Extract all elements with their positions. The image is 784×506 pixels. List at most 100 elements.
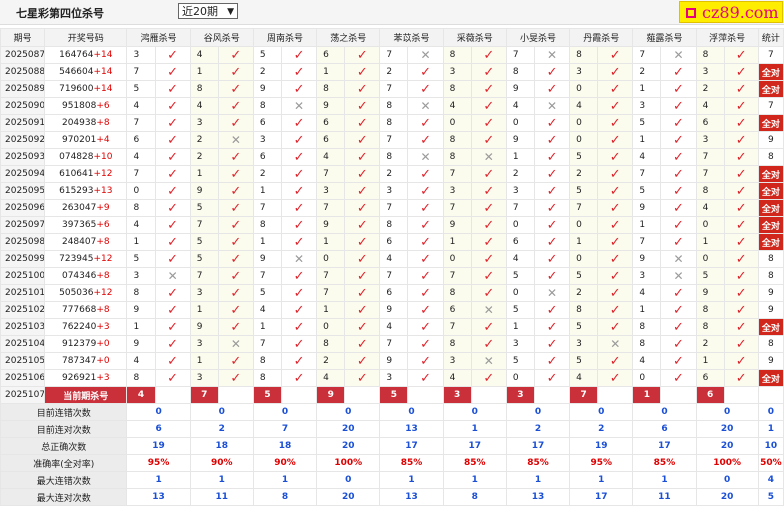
draw-numbers: 912379	[61, 339, 97, 349]
summary-total: 50%	[757, 454, 784, 472]
kill-pick-cell: 6	[252, 114, 283, 132]
kill-pick-cell: 4	[695, 199, 725, 217]
result-cell: ✓	[407, 335, 444, 353]
kill-pick-cell: 8	[632, 318, 662, 336]
kill-pick-cell: 6	[126, 131, 156, 149]
draw-numbers-cell: 397365+6	[44, 216, 128, 234]
period-select[interactable]: 近20期 ▼	[178, 3, 238, 19]
check-icon: ✓	[293, 166, 305, 182]
check-icon: ✓	[673, 200, 684, 216]
result-cell: ✓	[154, 335, 191, 353]
result-cell: ✓	[723, 114, 759, 132]
draw-numbers: 397365	[61, 220, 97, 230]
check-icon: ✓	[483, 234, 495, 250]
result-cell: ✓	[281, 216, 318, 234]
result-cell: ✓	[154, 63, 191, 81]
result-cell: ✕	[660, 46, 697, 64]
draw-numbers-cell: 248407+8	[44, 233, 128, 251]
col-header-expert: 周南杀号	[252, 28, 318, 47]
summary-value: 17	[442, 437, 507, 455]
result-cell: ✓	[533, 335, 571, 353]
kill-pick-cell: 3	[632, 267, 662, 285]
result-cell: ✕	[281, 250, 318, 268]
summary-value: 8	[252, 488, 318, 506]
check-icon: ✓	[230, 47, 242, 63]
result-cell: ✓	[344, 335, 381, 353]
stat-cell: 全对	[757, 369, 784, 387]
check-icon: ✓	[483, 336, 495, 352]
table-row: 2025089 719600+14 5 ✓ 8 ✓ 9 ✓ 8 ✓ 7 ✓ 8 ✓ 9 ✓ 0 ✓ 1 ✓ 2 ✓ 全对	[0, 80, 784, 98]
current-kill-spacer	[281, 386, 318, 404]
kill-pick-cell: 8	[442, 80, 472, 98]
stat-cell: 8	[757, 335, 784, 353]
result-cell: ✕	[470, 352, 507, 370]
result-cell: ✓	[344, 284, 381, 302]
summary-value: 17	[632, 437, 697, 455]
summary-value: 1	[505, 471, 571, 489]
result-cell: ✕	[597, 335, 634, 353]
result-cell: ✓	[660, 80, 697, 98]
check-icon: ✓	[167, 217, 179, 233]
table-row: 2025100 074346+8 3 ✕ 7 ✓ 7 ✓ 7 ✓ 7 ✓ 7 ✓ 5 ✓ 5 ✓ 3 ✕ 5 ✓ 8	[0, 267, 784, 285]
draw-numbers: 615293	[59, 186, 94, 196]
kill-pick-cell: 4	[126, 216, 156, 234]
check-icon: ✓	[167, 115, 179, 131]
draw-numbers: 719600	[59, 84, 94, 94]
check-icon: ✓	[230, 64, 242, 80]
summary-value: 20	[316, 437, 381, 455]
current-kill-pick: 3	[505, 386, 535, 404]
result-cell: ✓	[217, 301, 254, 319]
draw-numbers-cell: 787347+0	[44, 352, 128, 370]
kill-pick-cell: 7	[316, 199, 346, 217]
summary-value: 0	[695, 471, 759, 489]
current-kill-spacer	[344, 386, 381, 404]
summary-value: 13	[379, 488, 444, 506]
result-cell: ✓	[407, 216, 444, 234]
check-icon: ✓	[546, 234, 558, 250]
result-cell: ✓	[407, 301, 444, 319]
summary-label: 准确率(全对率)	[0, 454, 128, 472]
kill-pick-cell: 4	[252, 301, 283, 319]
kill-pick-cell: 2	[695, 335, 725, 353]
col-header-expert: 浮萍杀号	[695, 28, 759, 47]
draw-numbers-cell: 204938+8	[44, 114, 128, 132]
check-icon: ✓	[609, 268, 621, 284]
kill-pick-cell: 0	[442, 114, 472, 132]
result-cell: ✓	[597, 131, 634, 149]
result-cell: ✓	[217, 284, 254, 302]
result-cell: ✓	[344, 63, 381, 81]
check-icon: ✓	[420, 115, 431, 131]
draw-numbers: 204938	[61, 118, 97, 128]
summary-value: 95%	[569, 454, 634, 472]
check-icon: ✓	[673, 234, 684, 250]
check-icon: ✓	[735, 217, 747, 233]
check-icon: ✓	[546, 268, 558, 284]
kill-pick-cell: 4	[442, 369, 472, 387]
check-icon: ✓	[673, 285, 684, 301]
summary-value: 1	[632, 471, 697, 489]
kill-pick-cell: 9	[316, 216, 346, 234]
summary-row: 准确率(全对率) 95% 90% 90% 100% 85% 85% 85% 95% 85% 100%…	[0, 454, 784, 472]
current-kill-spacer	[407, 386, 444, 404]
table-row: 2025099 723945+12 5 ✓ 5 ✓ 9 ✕ 0 ✓ 4 ✓ 0 ✓ 4 ✓ 0 ✓ 9 ✕ 0 ✓ 8	[0, 250, 784, 268]
result-cell: ✓	[533, 233, 571, 251]
site-logo[interactable]: cz89.com	[679, 1, 783, 23]
kill-pick-cell: 4	[126, 148, 156, 166]
summary-value: 19	[569, 437, 634, 455]
result-cell: ✓	[407, 233, 444, 251]
result-cell: ✓	[154, 284, 191, 302]
result-cell: ✓	[407, 63, 444, 81]
summary-value: 18	[252, 437, 318, 455]
check-icon: ✓	[546, 183, 558, 199]
kill-pick-cell: 8	[316, 80, 346, 98]
result-cell: ✓	[533, 165, 571, 183]
check-icon: ✓	[230, 81, 242, 97]
summary-value: 0	[442, 403, 507, 421]
kill-pick-cell: 7	[632, 165, 662, 183]
kill-pick-cell: 6	[252, 148, 283, 166]
current-kill-spacer	[660, 386, 697, 404]
draw-numbers-cell: 074346+8	[44, 267, 128, 285]
current-kill-spacer	[723, 386, 759, 404]
col-header-draw: 开奖号码	[44, 28, 128, 47]
check-icon: ✓	[293, 285, 305, 301]
